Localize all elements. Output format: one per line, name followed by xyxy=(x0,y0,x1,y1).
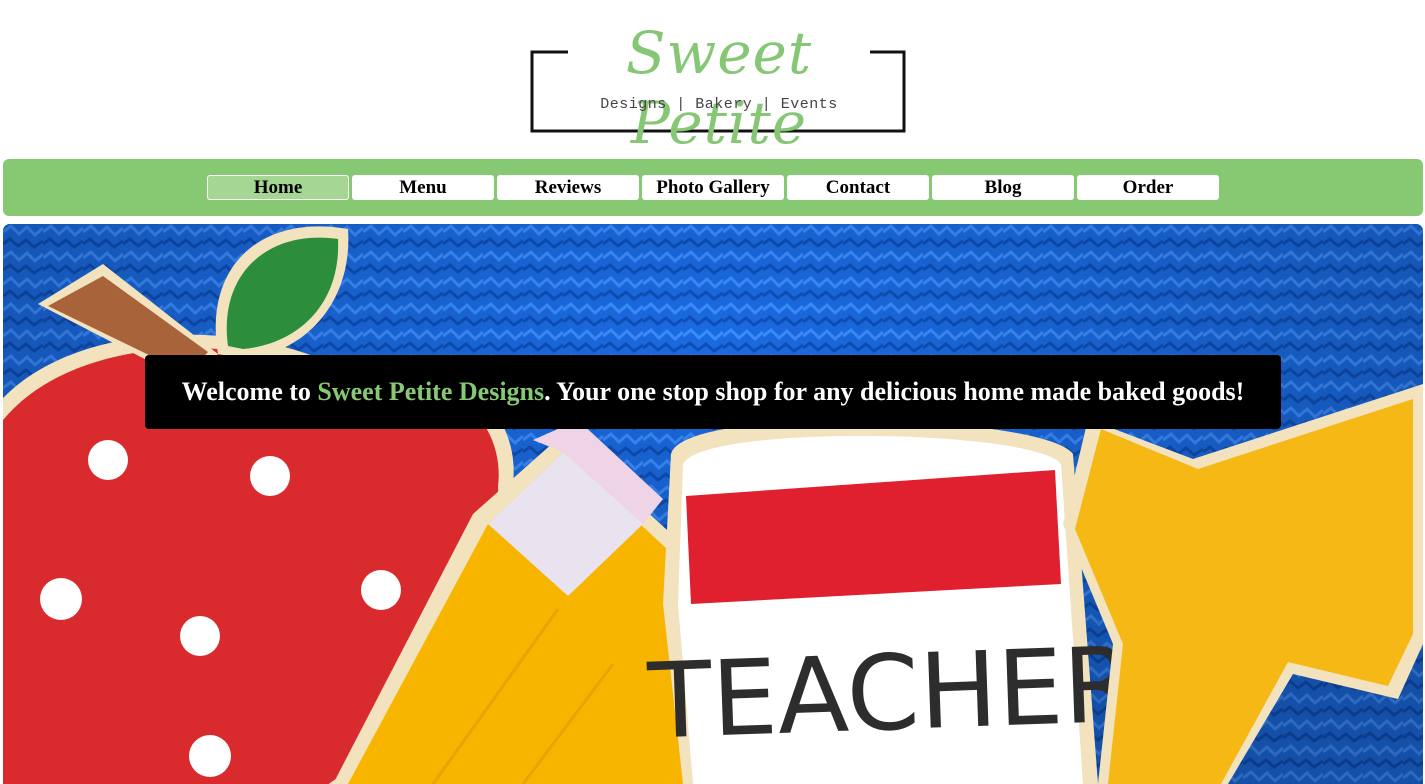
nav-item-contact[interactable]: Contact xyxy=(787,175,929,200)
nav-item-photo-gallery[interactable]: Photo Gallery xyxy=(642,175,784,200)
nav-item-order[interactable]: Order xyxy=(1077,175,1219,200)
nav-item-blog[interactable]: Blog xyxy=(932,175,1074,200)
teacher-cookie-text: TEACHER xyxy=(645,624,1137,763)
nav-item-home[interactable]: Home xyxy=(207,175,349,200)
main-nav: Home Menu Reviews Photo Gallery Contact … xyxy=(3,159,1423,216)
welcome-suffix: . Your one stop shop for any delicious h… xyxy=(544,377,1245,406)
welcome-prefix: Welcome to xyxy=(181,377,318,406)
welcome-banner: Welcome to Sweet Petite Designs. Your on… xyxy=(145,355,1281,429)
nav-list: Home Menu Reviews Photo Gallery Contact … xyxy=(207,175,1219,200)
teacher-cup-cookie: TEACHER xyxy=(645,420,1137,784)
nav-item-menu[interactable]: Menu xyxy=(352,175,494,200)
hero-image: TEACHER xyxy=(3,224,1423,784)
site-logo[interactable]: Sweet Petite Designs | Bakery | Events xyxy=(530,14,908,157)
hero-banner: TEACHER Welcome to Sweet Petite Designs.… xyxy=(3,224,1423,784)
logo-title: Sweet Petite xyxy=(625,19,813,157)
welcome-brand: Sweet Petite Designs xyxy=(317,377,545,406)
nav-item-reviews[interactable]: Reviews xyxy=(497,175,639,200)
logo-tagline: Designs | Bakery | Events xyxy=(600,96,838,113)
